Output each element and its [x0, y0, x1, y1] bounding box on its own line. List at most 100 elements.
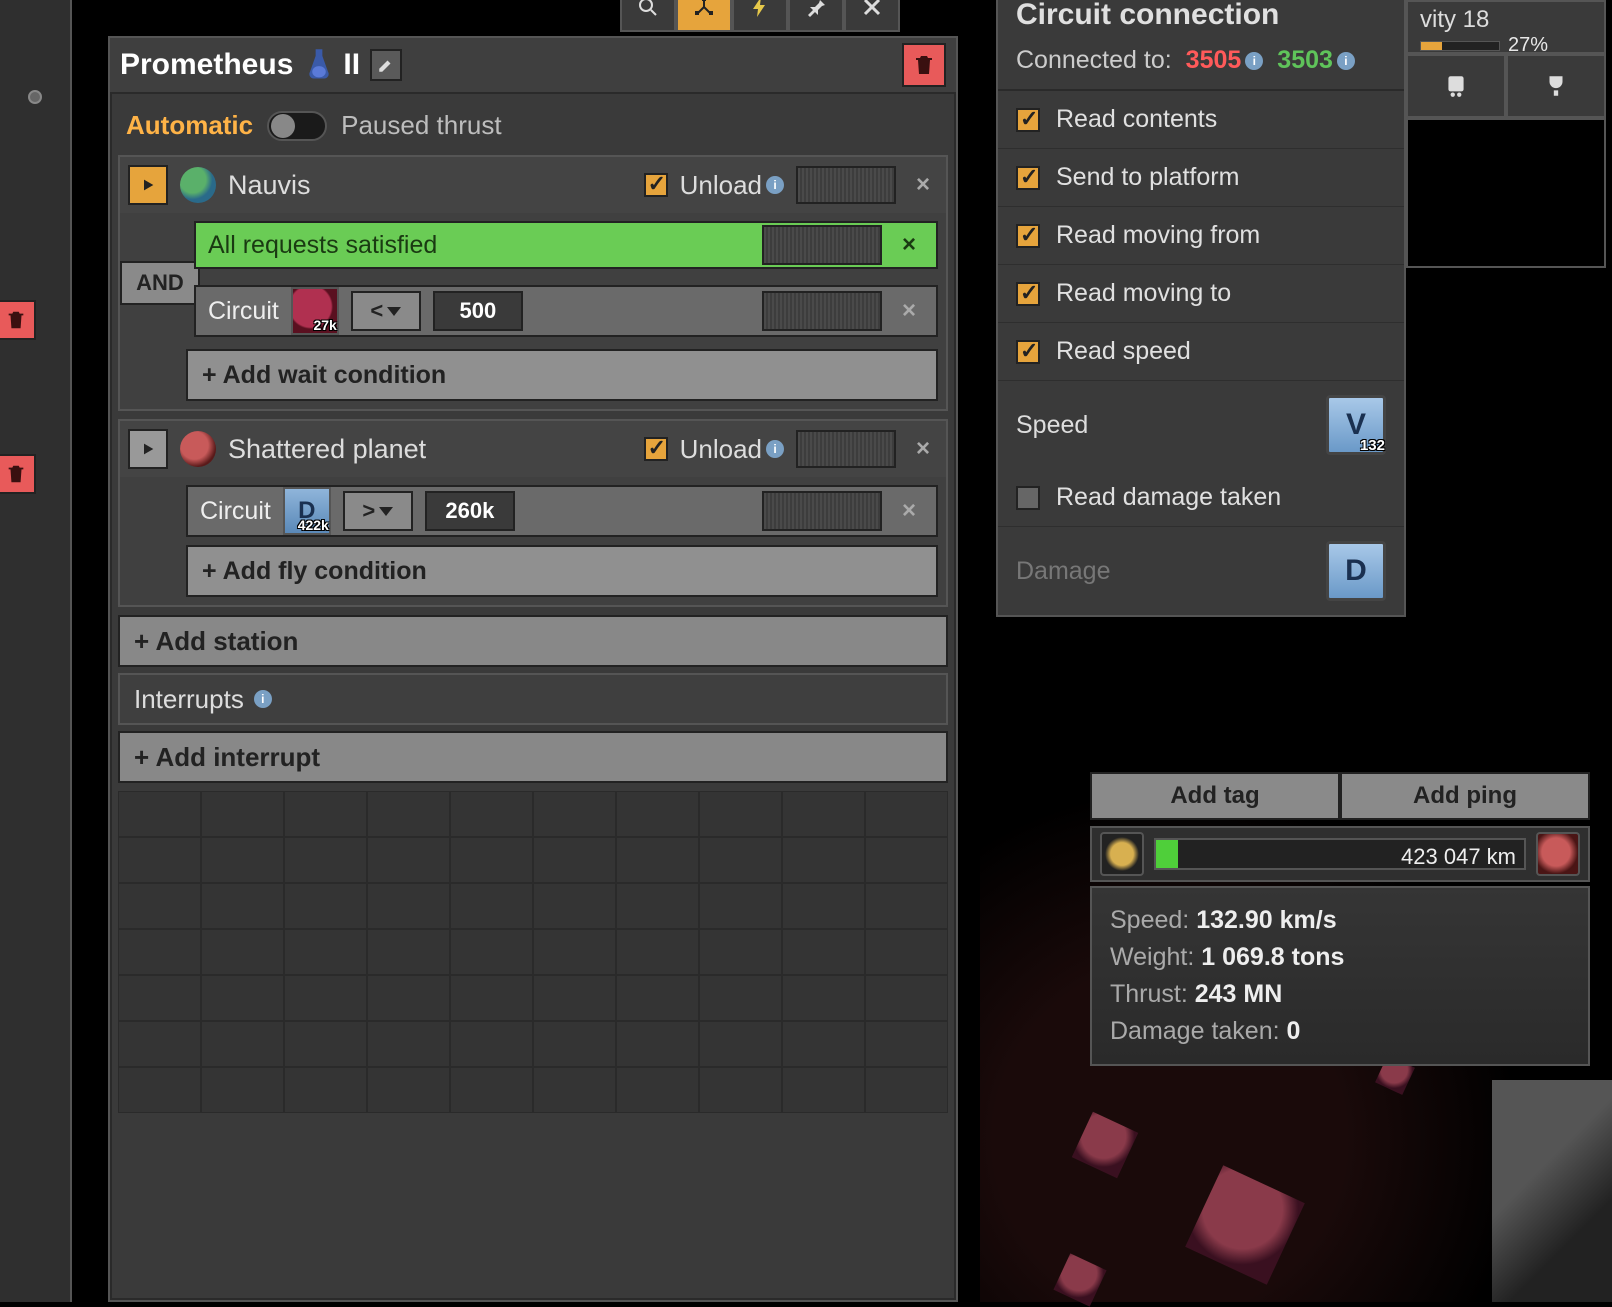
- delete-button[interactable]: [0, 454, 36, 494]
- close-icon[interactable]: [844, 0, 900, 32]
- remove-condition-button[interactable]: ×: [894, 296, 924, 326]
- drag-handle[interactable]: [762, 225, 882, 265]
- condition-label: Circuit: [208, 297, 279, 326]
- green-wire-id[interactable]: 3503i: [1277, 46, 1355, 75]
- unload-checkbox[interactable]: [644, 437, 668, 461]
- and-operator-button[interactable]: AND: [120, 261, 200, 305]
- info-icon: i: [1245, 52, 1263, 70]
- go-to-station-button[interactable]: [128, 165, 168, 205]
- destination-planet-icon[interactable]: [1536, 832, 1580, 876]
- circuit-connection-panel: Circuit connection Connected to: 3505i 3…: [996, 0, 1406, 617]
- read-speed-checkbox[interactable]: [1016, 340, 1040, 364]
- drag-handle[interactable]: [796, 430, 896, 468]
- condition-circuit[interactable]: Circuit 27k < 500 ×: [194, 285, 938, 337]
- hud-stub: vity 18 27%: [1406, 0, 1606, 268]
- science-icon: [305, 47, 333, 83]
- add-wait-condition-button[interactable]: + Add wait condition: [186, 349, 938, 401]
- connected-to-row: Connected to: 3505i 3503i: [998, 40, 1404, 89]
- planet-icon: [180, 431, 216, 467]
- unload-checkbox[interactable]: [644, 173, 668, 197]
- read-contents-checkbox[interactable]: [1016, 108, 1040, 132]
- pin-icon[interactable]: [788, 0, 844, 32]
- read-contents-row: Read contents: [998, 91, 1404, 149]
- travel-progress-row: 423 047 km: [1090, 826, 1590, 882]
- add-tag-button[interactable]: Add tag: [1090, 772, 1340, 820]
- remove-station-button[interactable]: ×: [908, 434, 938, 464]
- search-icon[interactable]: [620, 0, 676, 32]
- delete-platform-button[interactable]: [902, 43, 946, 87]
- platform-info-panel: Add tag Add ping 423 047 km Speed: 132.9…: [1090, 772, 1590, 1066]
- value-input[interactable]: 260k: [425, 491, 515, 531]
- comparator-select[interactable]: >: [343, 491, 413, 531]
- read-moving-from-checkbox[interactable]: [1016, 224, 1040, 248]
- drag-handle[interactable]: [796, 166, 896, 204]
- station-name[interactable]: Nauvis: [228, 170, 632, 201]
- top-toolbar: [620, 0, 900, 32]
- read-damage-checkbox[interactable]: [1016, 486, 1040, 510]
- drag-handle[interactable]: [762, 491, 882, 531]
- info-icon: i: [1337, 52, 1355, 70]
- add-ping-button[interactable]: Add ping: [1340, 772, 1590, 820]
- signal-slot[interactable]: 27k: [291, 287, 339, 335]
- remove-condition-button[interactable]: ×: [894, 496, 924, 526]
- trains-tab-icon[interactable]: [1406, 54, 1506, 118]
- condition-text: All requests satisfied: [208, 231, 437, 260]
- interrupts-header: Interrupts i: [118, 673, 948, 725]
- rename-button[interactable]: [370, 49, 402, 81]
- distance-value: 423 047 km: [1401, 844, 1516, 870]
- condition-label: Circuit: [200, 497, 271, 526]
- hud-progress: [1420, 41, 1500, 51]
- read-speed-row: Read speed: [998, 323, 1404, 381]
- hud-minimap[interactable]: [1406, 118, 1606, 268]
- panel-title: Circuit connection: [998, 0, 1404, 40]
- left-sidebar-stub: [0, 0, 72, 1302]
- platform-name: Prometheus: [120, 48, 293, 82]
- damage-signal-row: Damage D: [998, 527, 1404, 615]
- condition-satisfied[interactable]: All requests satisfied ×: [194, 221, 938, 269]
- condition-circuit[interactable]: Circuit D422k > 260k ×: [186, 485, 938, 537]
- power-icon[interactable]: [732, 0, 788, 32]
- go-to-station-button[interactable]: [128, 429, 168, 469]
- add-fly-condition-button[interactable]: + Add fly condition: [186, 545, 938, 597]
- station-name[interactable]: Shattered planet: [228, 434, 632, 465]
- unload-label: Unloadi: [680, 170, 784, 201]
- read-damage-row: Read damage taken: [998, 469, 1404, 527]
- delete-button[interactable]: [0, 300, 36, 340]
- speed-signal-row: Speed V132: [998, 381, 1404, 469]
- empty-list-area: [118, 791, 948, 1113]
- red-wire-id[interactable]: 3505i: [1186, 46, 1264, 75]
- circuit-icon[interactable]: [676, 0, 732, 32]
- schedule-panel: Prometheus II Automatic Paused thrust Na…: [108, 36, 958, 1302]
- automatic-label: Automatic: [126, 110, 253, 141]
- speed-signal-slot[interactable]: V132: [1326, 395, 1386, 455]
- paused-label: Paused thrust: [341, 110, 501, 141]
- planet-icon: [180, 167, 216, 203]
- platform-level: II: [343, 48, 360, 82]
- platform-stats: Speed: 132.90 km/s Weight: 1 069.8 tons …: [1090, 886, 1590, 1066]
- signal-slot[interactable]: D422k: [283, 487, 331, 535]
- add-interrupt-button[interactable]: + Add interrupt: [118, 731, 948, 783]
- travel-progress-bar: 423 047 km: [1154, 838, 1526, 870]
- drag-handle[interactable]: [762, 291, 882, 331]
- info-icon[interactable]: i: [254, 690, 272, 708]
- value-input[interactable]: 500: [433, 291, 523, 331]
- info-icon[interactable]: i: [766, 440, 784, 458]
- remove-station-button[interactable]: ×: [908, 170, 938, 200]
- read-moving-from-row: Read moving from: [998, 207, 1404, 265]
- thrust-mode-switch[interactable]: [267, 111, 327, 141]
- achievements-tab-icon[interactable]: [1506, 54, 1606, 118]
- send-platform-checkbox[interactable]: [1016, 166, 1040, 190]
- comparator-select[interactable]: <: [351, 291, 421, 331]
- remove-condition-button[interactable]: ×: [894, 230, 924, 260]
- read-moving-to-row: Read moving to: [998, 265, 1404, 323]
- info-icon[interactable]: i: [766, 176, 784, 194]
- read-moving-to-checkbox[interactable]: [1016, 282, 1040, 306]
- unload-label: Unloadi: [680, 434, 784, 465]
- add-station-button[interactable]: + Add station: [118, 615, 948, 667]
- damage-signal-slot[interactable]: D: [1326, 541, 1386, 601]
- panel-header: Prometheus II: [110, 38, 956, 94]
- thrust-mode-row: Automatic Paused thrust: [118, 106, 948, 155]
- station-block: Shattered planet Unloadi × Circuit D422k…: [118, 419, 948, 607]
- origin-planet-icon[interactable]: [1100, 832, 1144, 876]
- send-platform-row: Send to platform: [998, 149, 1404, 207]
